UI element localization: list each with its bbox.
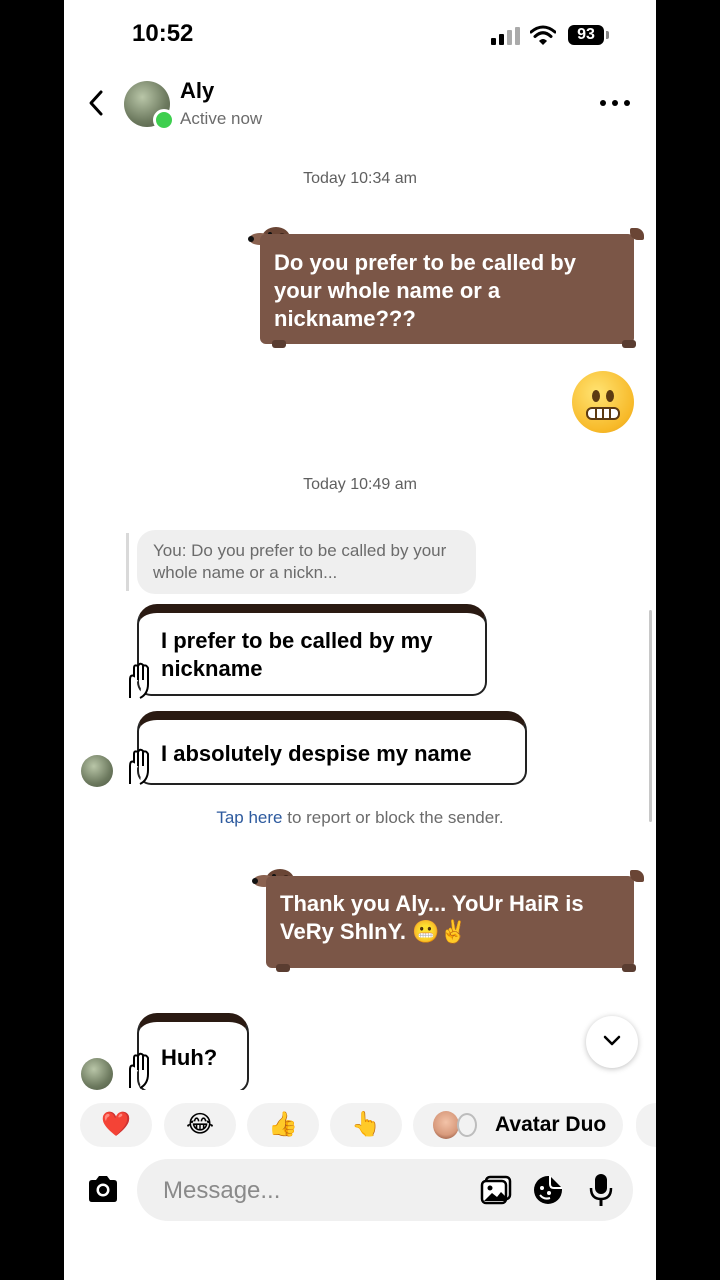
contact-status: Active now: [180, 109, 263, 128]
incoming-message[interactable]: I prefer to be called by my nickname: [137, 604, 487, 696]
grimacing-emoji-icon[interactable]: [572, 371, 634, 433]
message-input[interactable]: [161, 1173, 465, 1209]
report-text: to report or block the sender.: [282, 808, 504, 827]
chevron-down-icon: [603, 1035, 621, 1046]
scroll-to-bottom-button[interactable]: [586, 1016, 638, 1068]
report-link[interactable]: Tap here: [216, 808, 282, 827]
quick-reaction-laugh[interactable]: 😂: [164, 1103, 236, 1147]
waving-hand-icon: [129, 748, 149, 785]
report-notice: Tap here to report or block the sender.: [64, 808, 656, 828]
camera-icon[interactable]: [86, 1174, 120, 1204]
battery-tip: [606, 31, 609, 39]
scrollbar[interactable]: [649, 610, 652, 822]
microphone-icon[interactable]: [589, 1172, 613, 1208]
quick-reaction-thumbs-up[interactable]: 👍: [247, 1103, 319, 1147]
contact-name[interactable]: Aly: [180, 78, 214, 104]
avatar-duo-button[interactable]: Avatar Duo: [413, 1103, 623, 1147]
timestamp: Today 10:34 am: [303, 170, 417, 187]
dachshund-tail: [630, 228, 644, 240]
more-icon[interactable]: [600, 100, 632, 108]
dachshund-paw: [622, 340, 636, 348]
sticker-icon[interactable]: [532, 1174, 564, 1206]
dachshund-paw: [272, 340, 286, 348]
dachshund-paw: [276, 964, 290, 972]
waving-hand-icon: [129, 662, 149, 699]
online-indicator: [153, 109, 175, 131]
waving-hand-icon: [129, 1052, 149, 1089]
gallery-icon[interactable]: [480, 1175, 512, 1205]
phone-screen: 10:52 93 Aly Active now Today 10:34 am D…: [64, 0, 656, 1280]
avatar-duo-label: Avatar Duo: [495, 1113, 607, 1136]
signal-icon: [491, 27, 521, 45]
reply-preview[interactable]: You: Do you prefer to be called by your …: [137, 530, 476, 594]
avatar-placeholder-icon: [457, 1113, 477, 1137]
contact-avatar-small[interactable]: [81, 1058, 113, 1090]
dachshund-tail: [630, 870, 644, 882]
battery-indicator: 93: [568, 25, 604, 45]
outgoing-message[interactable]: Do you prefer to be called by your whole…: [260, 234, 634, 344]
incoming-message[interactable]: I absolutely despise my name: [137, 711, 527, 785]
outgoing-message[interactable]: Thank you Aly... YoUr HaiR is VeRy ShInY…: [266, 876, 634, 968]
reply-indicator-line: [126, 533, 129, 591]
status-time: 10:52: [132, 20, 194, 47]
message-composer: [137, 1159, 633, 1221]
timestamp: Today 10:49 am: [303, 476, 417, 493]
quick-reaction-point-up[interactable]: 👆: [330, 1103, 402, 1147]
avatar-icon: [433, 1111, 459, 1139]
contact-avatar-small[interactable]: [81, 755, 113, 787]
wifi-icon: [530, 25, 556, 45]
quick-reaction-heart[interactable]: ❤️: [80, 1103, 152, 1147]
back-icon[interactable]: [86, 88, 106, 118]
dachshund-paw: [622, 964, 636, 972]
